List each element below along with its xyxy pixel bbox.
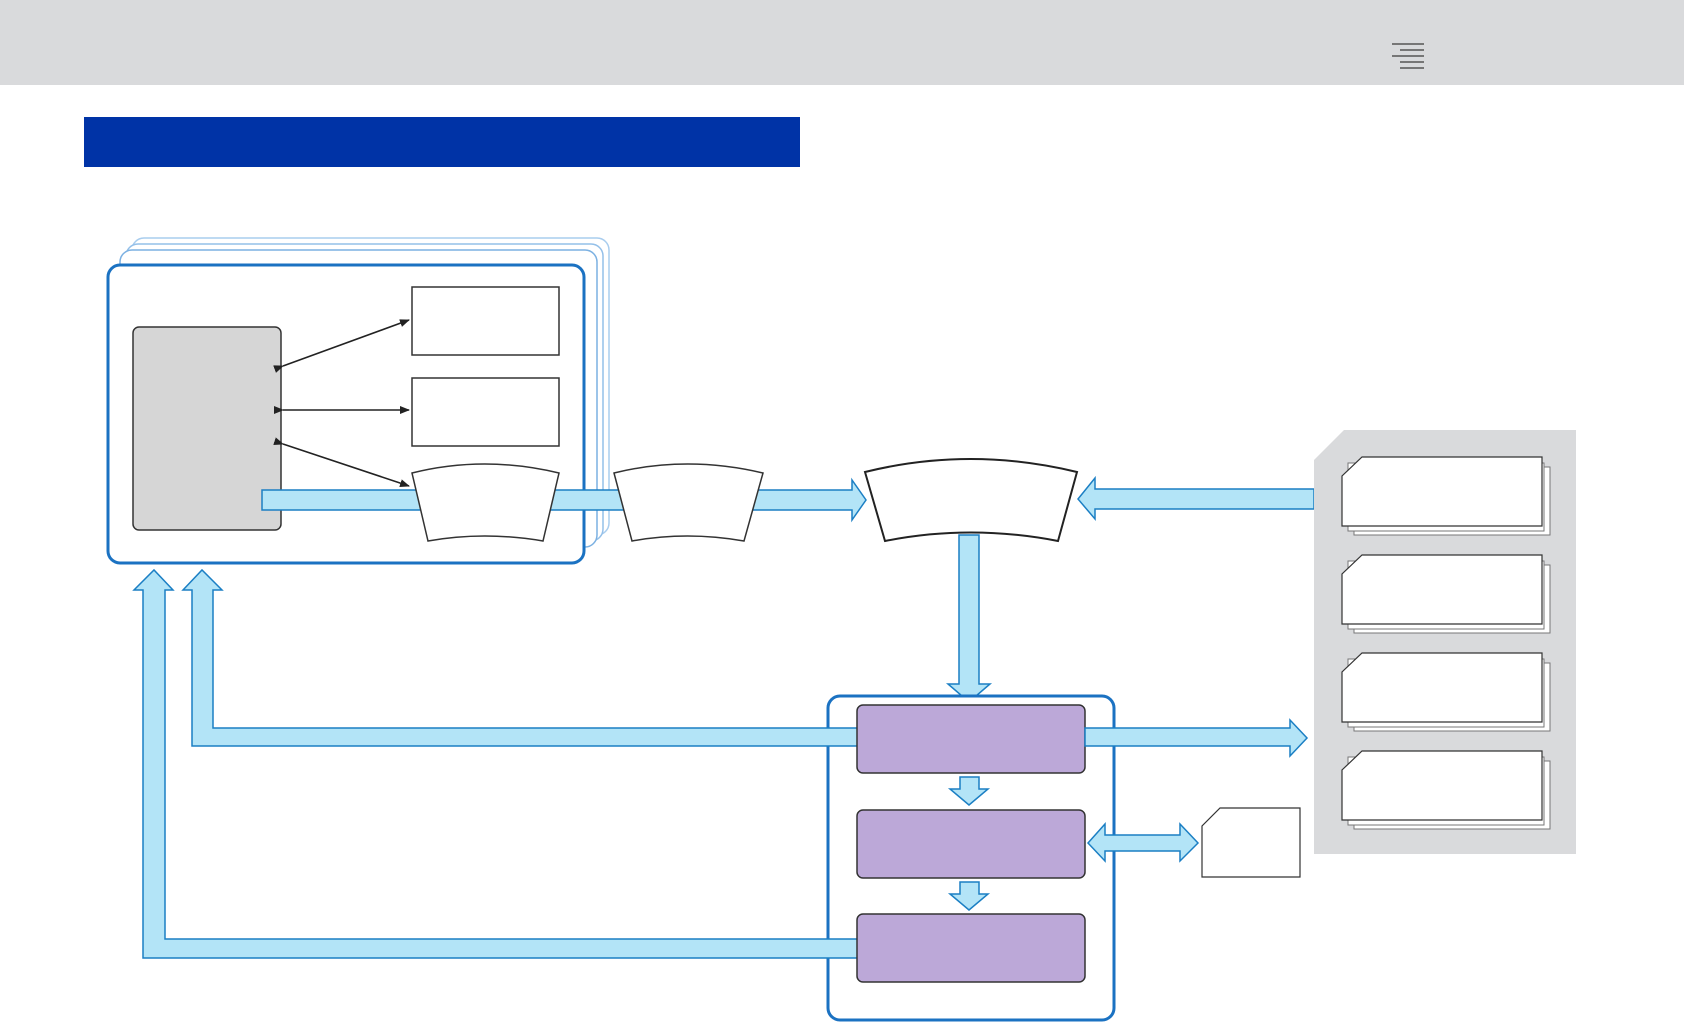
card-2: [1341, 554, 1551, 634]
box-2: [411, 377, 560, 447]
curved-box-center: [863, 458, 1079, 543]
return-arrow-top: [181, 568, 859, 747]
bidirectional-arrow: [1086, 822, 1200, 863]
purple-block-2: [856, 809, 1086, 879]
gray-block: [132, 326, 282, 531]
card-small: [1201, 807, 1301, 878]
box-1: [411, 286, 560, 356]
purple-block-1: [856, 704, 1086, 774]
card-4: [1341, 750, 1551, 830]
diagram-canvas: [106, 237, 1576, 1022]
return-arrow-bottom: [132, 568, 859, 959]
flow-arrow-down: [945, 534, 993, 703]
card-1: [1341, 456, 1551, 536]
curved-box-2: [613, 463, 764, 542]
flow-arrow-to-panel: [1084, 718, 1309, 758]
purple-block-3: [856, 913, 1086, 983]
flow-arrow-from-panel: [1077, 475, 1315, 522]
card-3: [1341, 652, 1551, 732]
curved-box-1: [411, 463, 560, 542]
